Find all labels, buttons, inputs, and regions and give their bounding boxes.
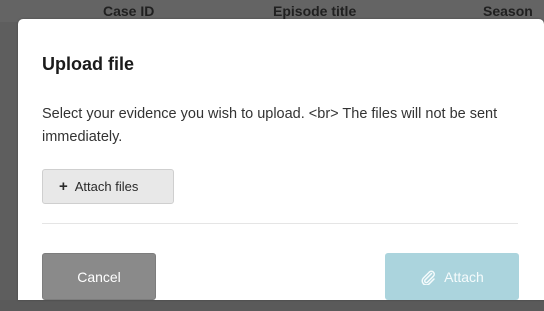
column-header-case-id: Case ID [103,3,155,19]
attach-files-button[interactable]: + Attach files [42,169,174,204]
attach-button[interactable]: Attach [385,253,519,300]
column-header-episode-title: Episode title [273,3,357,19]
modal-overlay-bottom [0,300,544,311]
paperclip-icon [421,270,436,285]
dialog-description: Select your evidence you wish to upload.… [42,106,498,145]
dialog-divider [42,223,518,224]
upload-file-dialog: Upload file Select your evidence you wis… [18,19,544,300]
plus-icon: + [59,178,68,195]
attach-files-label: Attach files [74,179,139,194]
dialog-title: Upload file [42,54,135,74]
attach-label: Attach [444,268,484,285]
cancel-button[interactable]: Cancel [42,253,156,300]
cancel-label: Cancel [77,268,121,285]
column-header-season: Season [483,3,533,19]
